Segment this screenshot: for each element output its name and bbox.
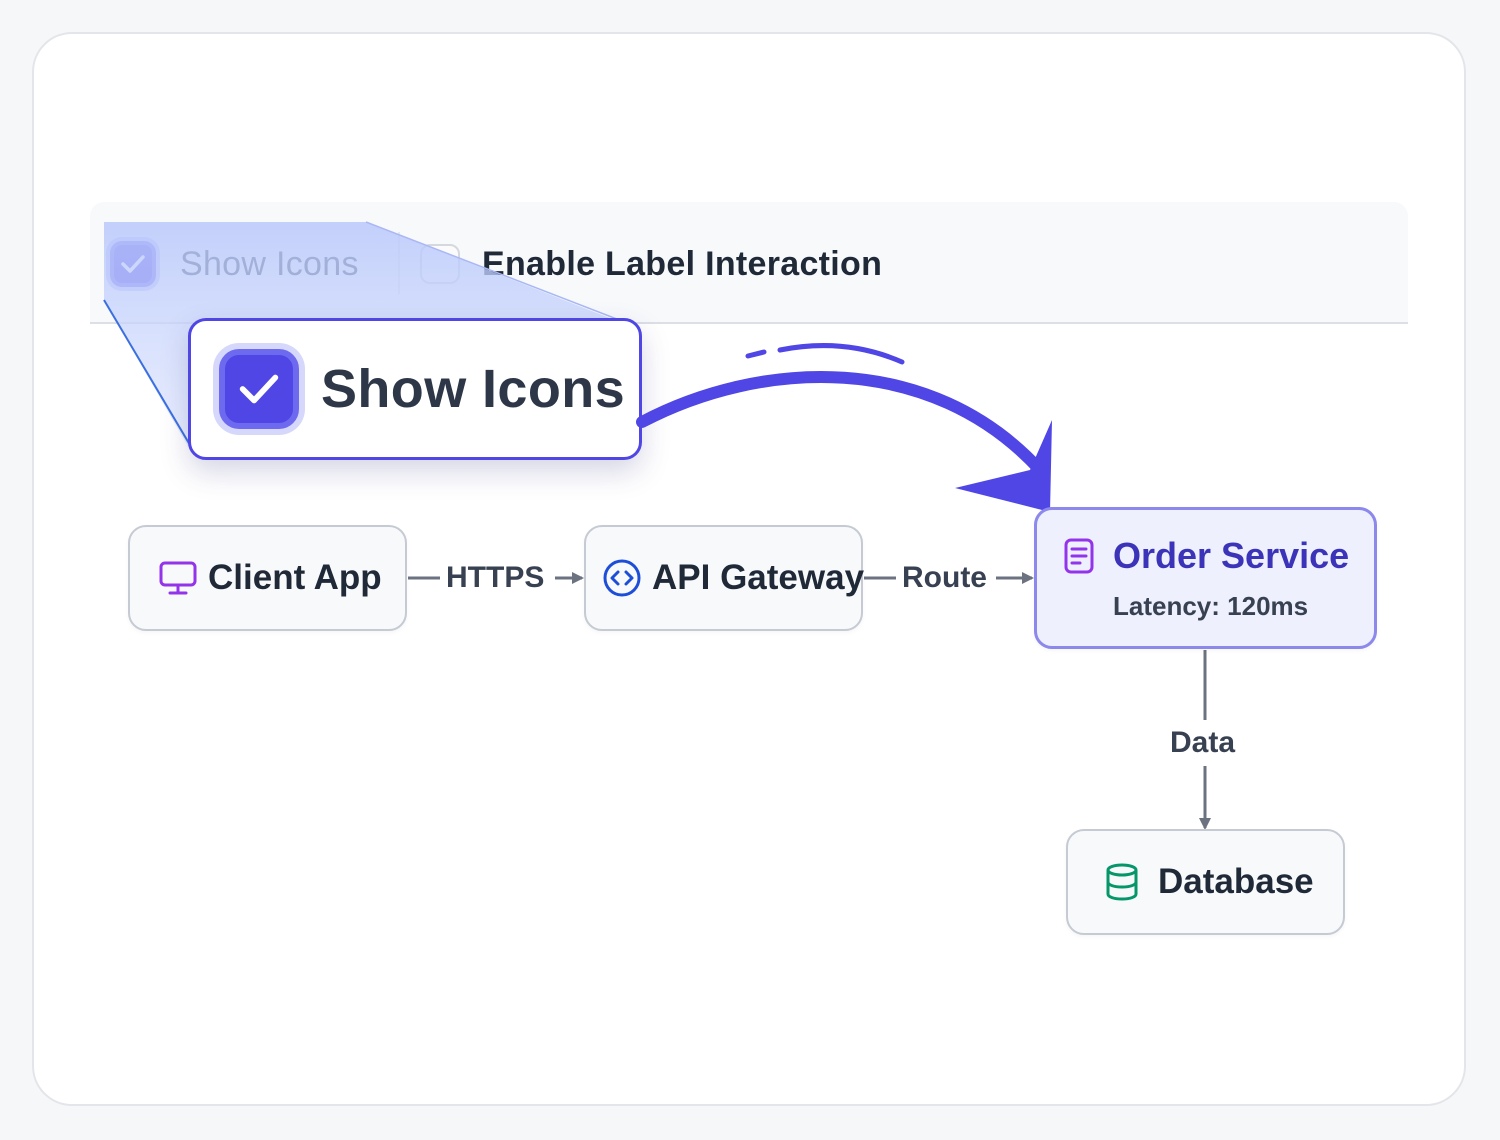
node-client-app[interactable]: Client App [128, 525, 407, 631]
checkmark-icon [239, 374, 279, 404]
node-api-gateway-label: API Gateway [652, 558, 865, 597]
node-database[interactable]: Database [1066, 829, 1345, 935]
node-order-service[interactable]: Order Service Latency: 120ms [1034, 507, 1377, 649]
edge-label-route[interactable]: Route [902, 561, 987, 595]
show-icons-zoom-callout: Show Icons [188, 318, 642, 460]
node-order-service-latency: Latency: 120ms [1113, 590, 1309, 621]
checkmark-icon [121, 255, 145, 273]
document-icon [1063, 537, 1095, 575]
database-icon [1104, 862, 1140, 902]
show-icons-checkbox[interactable] [110, 241, 156, 287]
edge-label-data[interactable]: Data [1170, 726, 1236, 760]
enable-label-interaction-toggle[interactable]: Enable Label Interaction [420, 240, 882, 288]
node-api-gateway[interactable]: API Gateway [584, 525, 865, 631]
zoomed-show-icons-checkbox [219, 349, 299, 429]
zoomed-show-icons-label: Show Icons [321, 359, 626, 419]
enable-label-interaction-checkbox[interactable] [420, 244, 460, 284]
node-order-service-label: Order Service [1113, 534, 1350, 576]
enable-label-interaction-label: Enable Label Interaction [482, 244, 883, 283]
show-icons-label: Show Icons [180, 244, 359, 283]
code-circle-icon [602, 558, 642, 598]
monitor-icon [158, 560, 198, 596]
node-client-app-label: Client App [208, 558, 382, 597]
node-database-label: Database [1158, 862, 1314, 901]
toolbar-divider [398, 232, 400, 294]
toolbar: Show Icons Enable Label Interaction [90, 202, 1408, 324]
show-icons-toggle[interactable]: Show Icons [110, 240, 359, 288]
edge-label-https[interactable]: HTTPS [446, 561, 545, 595]
